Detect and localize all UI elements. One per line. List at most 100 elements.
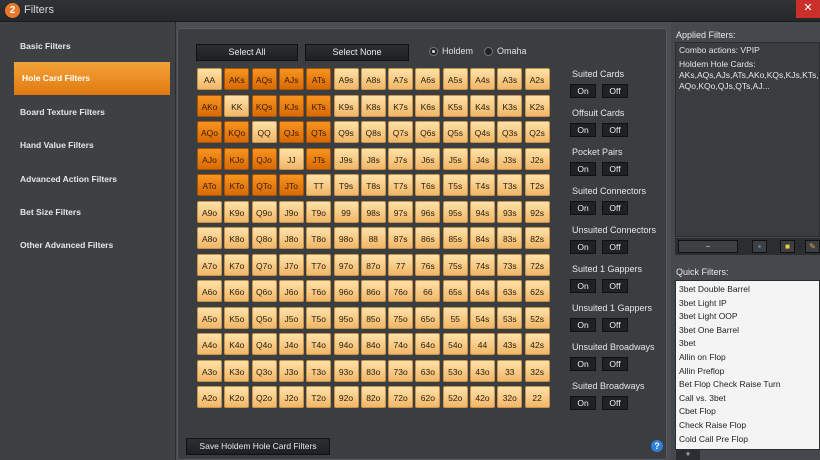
hand-cell-96s[interactable]: 96s bbox=[415, 200, 441, 223]
hand-cell-Q5s[interactable]: Q5s bbox=[442, 121, 468, 143]
hand-cell-73o[interactable]: 73o bbox=[388, 359, 414, 382]
hand-cell-Q8s[interactable]: Q8s bbox=[360, 121, 386, 143]
hand-cell-QQ[interactable]: QQ bbox=[251, 121, 277, 143]
hand-cell-KQo[interactable]: KQo bbox=[224, 121, 250, 143]
hand-cell-K6s[interactable]: K6s bbox=[415, 94, 441, 117]
hand-cell-KJo[interactable]: KJo bbox=[224, 147, 250, 170]
hand-cell-K2o[interactable]: K2o bbox=[224, 386, 250, 408]
hand-cell-43s[interactable]: 43s bbox=[497, 333, 523, 355]
side-filter-5-off-button[interactable]: Off bbox=[602, 279, 628, 293]
hand-cell-32o[interactable]: 32o bbox=[497, 386, 523, 408]
hand-cell-33[interactable]: 33 bbox=[497, 359, 523, 382]
hand-cell-A7s[interactable]: A7s bbox=[388, 68, 414, 90]
hand-cell-K3o[interactable]: K3o bbox=[224, 359, 250, 382]
hand-cell-J3o[interactable]: J3o bbox=[278, 359, 304, 382]
hand-cell-J3s[interactable]: J3s bbox=[497, 147, 523, 170]
hand-cell-Q7s[interactable]: Q7s bbox=[388, 121, 414, 143]
hand-cell-T6o[interactable]: T6o bbox=[306, 280, 332, 302]
side-filter-4-off-button[interactable]: Off bbox=[602, 240, 628, 254]
hand-cell-QTo[interactable]: QTo bbox=[251, 174, 277, 196]
hand-cell-83s[interactable]: 83s bbox=[497, 227, 523, 249]
hand-cell-T2o[interactable]: T2o bbox=[306, 386, 332, 408]
hand-cell-A6o[interactable]: A6o bbox=[197, 280, 222, 302]
hand-cell-A7o[interactable]: A7o bbox=[197, 253, 222, 276]
help-icon[interactable]: ? bbox=[651, 440, 663, 452]
hand-cell-75s[interactable]: 75s bbox=[442, 253, 468, 276]
save-holdem-hole-card-filters-button[interactable]: Save Holdem Hole Card Filters bbox=[186, 438, 330, 455]
hand-cell-72o[interactable]: 72o bbox=[388, 386, 414, 408]
hand-cell-T8o[interactable]: T8o bbox=[306, 227, 332, 249]
side-filter-3-off-button[interactable]: Off bbox=[602, 201, 628, 215]
hand-cell-J4o[interactable]: J4o bbox=[278, 333, 304, 355]
hand-cell-K9s[interactable]: K9s bbox=[333, 94, 359, 117]
hand-cell-87o[interactable]: 87o bbox=[360, 253, 386, 276]
hand-cell-Q2s[interactable]: Q2s bbox=[524, 121, 550, 143]
hand-cell-88[interactable]: 88 bbox=[360, 227, 386, 249]
hand-cell-T3o[interactable]: T3o bbox=[306, 359, 332, 382]
hand-cell-32s[interactable]: 32s bbox=[524, 359, 550, 382]
side-filter-6-on-button[interactable]: On bbox=[570, 318, 596, 332]
side-filter-1-on-button[interactable]: On bbox=[570, 123, 596, 137]
side-filter-6-off-button[interactable]: Off bbox=[602, 318, 628, 332]
hand-cell-54s[interactable]: 54s bbox=[470, 306, 495, 329]
hand-cell-J9o[interactable]: J9o bbox=[278, 200, 304, 223]
hand-cell-74s[interactable]: 74s bbox=[470, 253, 495, 276]
hand-cell-KTs[interactable]: KTs bbox=[306, 94, 332, 117]
hand-cell-73s[interactable]: 73s bbox=[497, 253, 523, 276]
hand-cell-QTs[interactable]: QTs bbox=[306, 121, 332, 143]
hand-cell-Q3s[interactable]: Q3s bbox=[497, 121, 523, 143]
hand-cell-J7o[interactable]: J7o bbox=[278, 253, 304, 276]
hand-cell-J4s[interactable]: J4s bbox=[470, 147, 495, 170]
hand-cell-Q4s[interactable]: Q4s bbox=[470, 121, 495, 143]
hand-cell-K3s[interactable]: K3s bbox=[497, 94, 523, 117]
hand-cell-52s[interactable]: 52s bbox=[524, 306, 550, 329]
quick-filter-item[interactable]: 3bet Light IP bbox=[679, 298, 727, 308]
hand-cell-86s[interactable]: 86s bbox=[415, 227, 441, 249]
hand-cell-93s[interactable]: 93s bbox=[497, 200, 523, 223]
hand-cell-AJs[interactable]: AJs bbox=[278, 68, 304, 90]
hand-cell-K4s[interactable]: K4s bbox=[470, 94, 495, 117]
hand-cell-J7s[interactable]: J7s bbox=[388, 147, 414, 170]
quick-filter-item[interactable]: Allin Preflop bbox=[679, 366, 724, 376]
hand-cell-KTo[interactable]: KTo bbox=[224, 174, 250, 196]
hand-cell-J9s[interactable]: J9s bbox=[333, 147, 359, 170]
hand-cell-T9s[interactable]: T9s bbox=[333, 174, 359, 196]
hand-cell-AKo[interactable]: AKo bbox=[197, 94, 222, 117]
side-filter-5-on-button[interactable]: On bbox=[570, 279, 596, 293]
hand-cell-75o[interactable]: 75o bbox=[388, 306, 414, 329]
hand-cell-97o[interactable]: 97o bbox=[333, 253, 359, 276]
sidebar-item-basic-filters[interactable]: Basic Filters bbox=[12, 30, 170, 63]
hand-cell-J6o[interactable]: J6o bbox=[278, 280, 304, 302]
hand-cell-42o[interactable]: 42o bbox=[470, 386, 495, 408]
hand-cell-A2s[interactable]: A2s bbox=[524, 68, 550, 90]
select-all-button[interactable]: Select All bbox=[196, 44, 298, 61]
hand-cell-J8o[interactable]: J8o bbox=[278, 227, 304, 249]
hand-cell-ATo[interactable]: ATo bbox=[197, 174, 222, 196]
hand-cell-65o[interactable]: 65o bbox=[415, 306, 441, 329]
hand-cell-K6o[interactable]: K6o bbox=[224, 280, 250, 302]
sidebar-item-other-advanced-filters[interactable]: Other Advanced Filters bbox=[12, 229, 170, 262]
hand-cell-Q6s[interactable]: Q6s bbox=[415, 121, 441, 143]
hand-cell-82s[interactable]: 82s bbox=[524, 227, 550, 249]
hand-cell-T4s[interactable]: T4s bbox=[470, 174, 495, 196]
side-filter-0-off-button[interactable]: Off bbox=[602, 84, 628, 98]
side-filter-4-on-button[interactable]: On bbox=[570, 240, 596, 254]
hand-cell-QJo[interactable]: QJo bbox=[251, 147, 277, 170]
quick-filter-item[interactable]: Call vs. 3bet bbox=[679, 393, 726, 403]
hand-cell-A6s[interactable]: A6s bbox=[415, 68, 441, 90]
hand-cell-63o[interactable]: 63o bbox=[415, 359, 441, 382]
hand-cell-83o[interactable]: 83o bbox=[360, 359, 386, 382]
hand-cell-T8s[interactable]: T8s bbox=[360, 174, 386, 196]
hand-cell-J5o[interactable]: J5o bbox=[278, 306, 304, 329]
hand-cell-K2s[interactable]: K2s bbox=[524, 94, 550, 117]
hand-cell-95o[interactable]: 95o bbox=[333, 306, 359, 329]
hand-cell-K7o[interactable]: K7o bbox=[224, 253, 250, 276]
hand-cell-64o[interactable]: 64o bbox=[415, 333, 441, 355]
hand-cell-Q9o[interactable]: Q9o bbox=[251, 200, 277, 223]
quick-filter-item[interactable]: 3bet One Barrel bbox=[679, 325, 739, 335]
hand-cell-K5o[interactable]: K5o bbox=[224, 306, 250, 329]
side-filter-2-on-button[interactable]: On bbox=[570, 162, 596, 176]
remove-filter-button[interactable]: − bbox=[678, 240, 738, 253]
hand-cell-63s[interactable]: 63s bbox=[497, 280, 523, 302]
quick-filter-item[interactable]: Bet Flop Check Raise Turn bbox=[679, 379, 781, 389]
